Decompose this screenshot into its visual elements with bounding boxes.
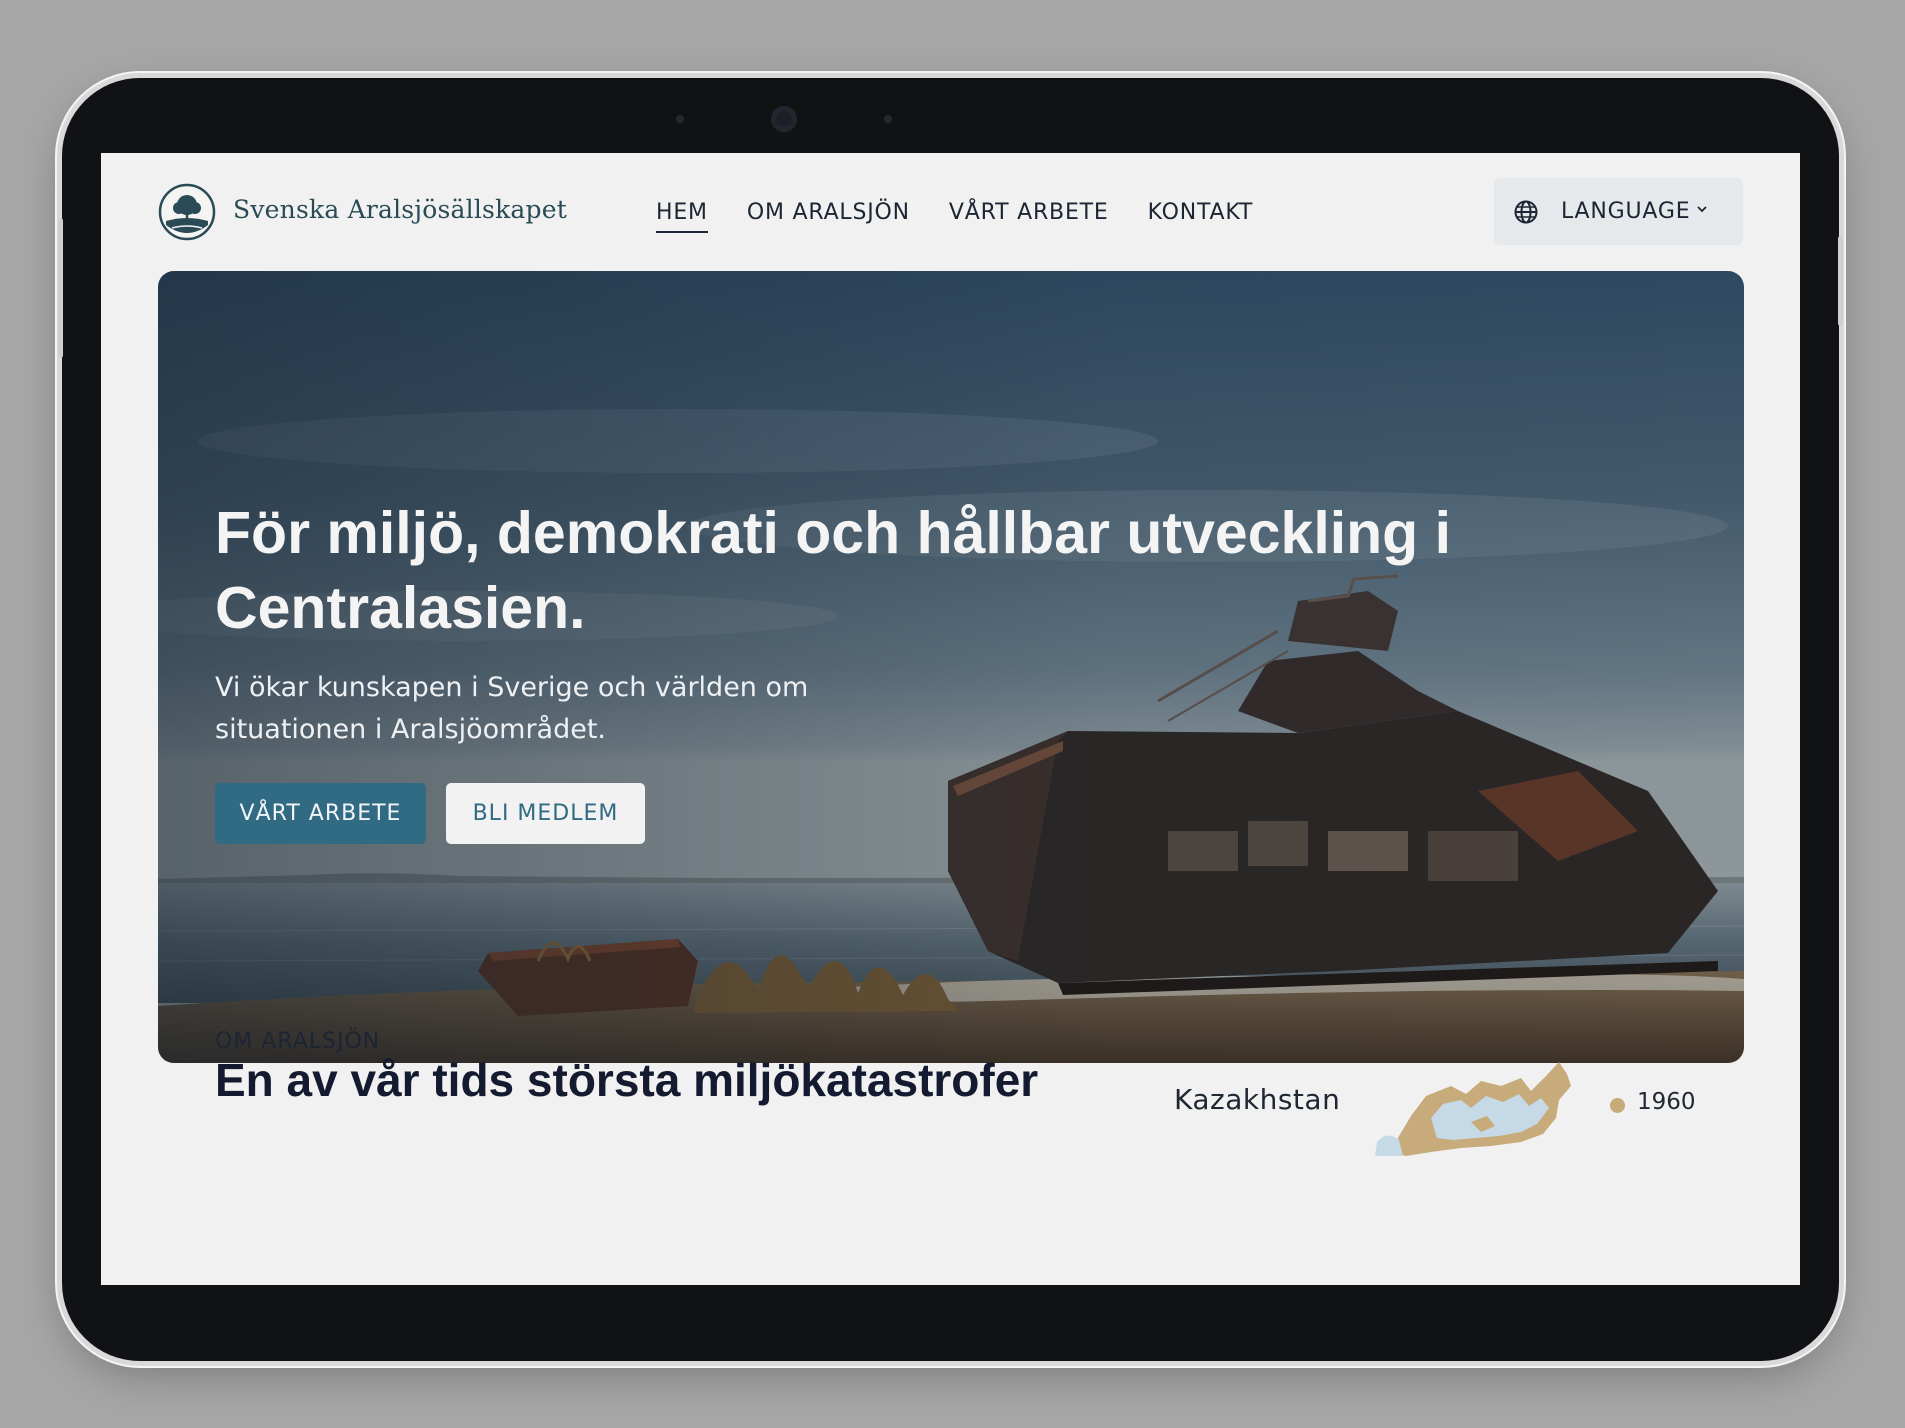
hero-title: För miljö, demokrati och hållbar utveckl… (215, 500, 1451, 641)
sensor-dot-right (884, 115, 892, 123)
hero-subtitle: Vi ökar kunskapen i Sverige och världen … (215, 672, 809, 745)
chevron-down-icon (1697, 205, 1708, 212)
nav-item-kontakt[interactable]: KONTAKT (1148, 200, 1254, 233)
aral-sea-map (1375, 1062, 1571, 1156)
main-nav: HEM OM ARALSJÖN VÅRT ARBETE KONTAKT (656, 200, 1253, 233)
map-label-kazakhstan: Kazakhstan (1174, 1083, 1341, 1116)
section-eyebrow: OM ARALSJÖN (215, 1029, 381, 1054)
section-title: En av vår tids största miljökatastrofer (215, 1054, 1039, 1106)
camera-lens (771, 106, 797, 132)
device-side-button-left (58, 218, 63, 358)
legend-1960-swatch (1610, 1098, 1625, 1113)
vart-arbete-button[interactable]: VÅRT ARBETE (215, 783, 426, 844)
bli-medlem-button[interactable]: BLI MEDLEM (446, 783, 645, 844)
globe-icon (1514, 200, 1538, 223)
nav-item-hem[interactable]: HEM (656, 200, 708, 233)
legend-1960-label: 1960 (1637, 1089, 1696, 1115)
language-label: LANGUAGE (1561, 199, 1691, 224)
hero-banner: För miljö, demokrati och hållbar utveckl… (158, 271, 1744, 1063)
browser-viewport: Svenska Aralsjösällskapet HEM OM ARALSJÖ… (101, 153, 1800, 1285)
tree-logo-icon[interactable] (158, 183, 216, 241)
sensor-dot-left (676, 115, 684, 123)
nav-item-om-aralsjon[interactable]: OM ARALSJÖN (747, 200, 910, 233)
language-selector[interactable]: LANGUAGE (1494, 178, 1743, 245)
device-side-button-right (1838, 236, 1843, 326)
brand-name[interactable]: Svenska Aralsjösällskapet (233, 195, 567, 224)
nav-item-vart-arbete[interactable]: VÅRT ARBETE (949, 200, 1109, 233)
